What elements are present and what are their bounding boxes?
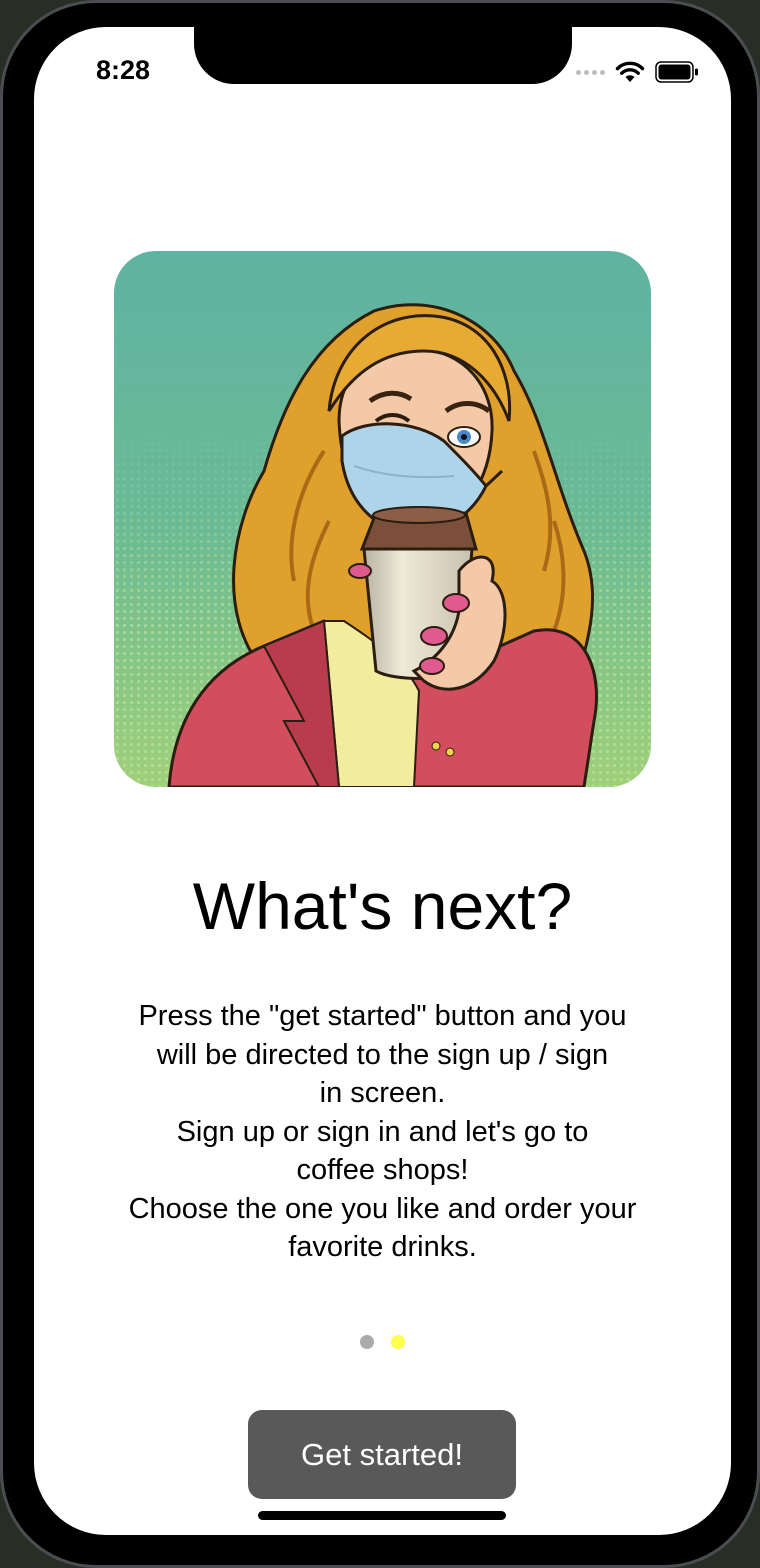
page-title: What's next? bbox=[192, 869, 573, 943]
page-indicator[interactable] bbox=[34, 1335, 731, 1349]
get-started-button[interactable]: Get started! bbox=[248, 1410, 516, 1499]
status-time: 8:28 bbox=[96, 55, 151, 85]
wifi-icon bbox=[615, 61, 645, 82]
battery-icon bbox=[655, 61, 698, 83]
device-notch bbox=[194, 27, 572, 84]
app-screen: 8:28 What's next? Press the "get started… bbox=[34, 27, 731, 1535]
page-dot-2[interactable] bbox=[391, 1335, 405, 1349]
home-indicator[interactable] bbox=[258, 1511, 506, 1520]
hero-illustration bbox=[114, 251, 651, 787]
status-icons bbox=[576, 61, 699, 83]
device-frame: 8:28 What's next? Press the "get started… bbox=[0, 0, 760, 1568]
page-dot-1[interactable] bbox=[360, 1335, 374, 1349]
page-description: Press the "get started" button and you w… bbox=[128, 1000, 637, 1263]
cellular-dots-icon bbox=[576, 69, 605, 75]
